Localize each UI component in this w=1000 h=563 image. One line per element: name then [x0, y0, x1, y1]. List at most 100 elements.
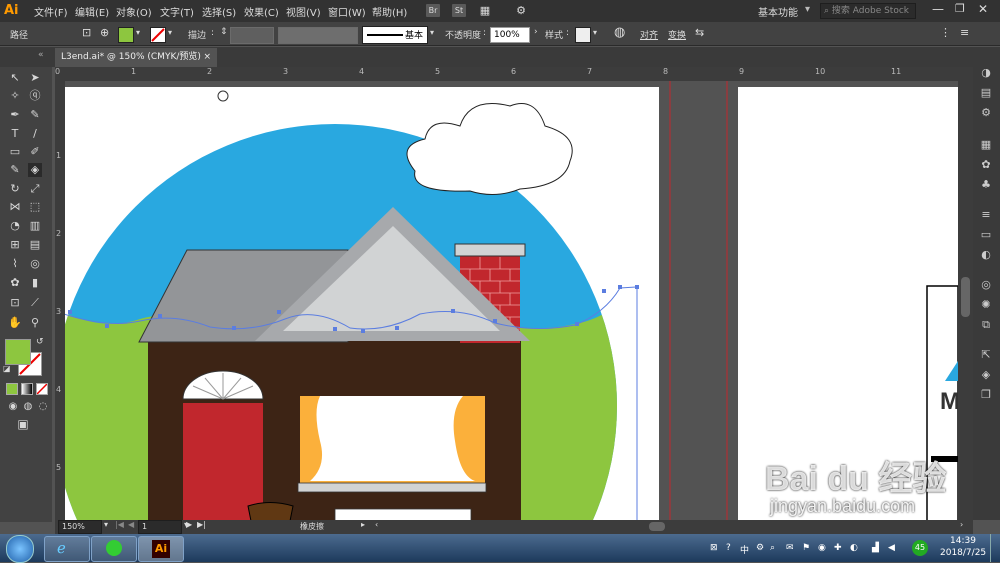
- draw-behind-icon[interactable]: ◍: [21, 400, 35, 414]
- none-mode-icon[interactable]: [36, 383, 48, 395]
- align-link[interactable]: 对齐: [640, 28, 658, 41]
- restore-button[interactable]: ❐: [955, 2, 965, 15]
- zoom-dropdown-icon[interactable]: ▾: [104, 520, 108, 529]
- tray-icon-4[interactable]: ⚑: [802, 543, 810, 553]
- tray-icon-5[interactable]: ◉: [818, 543, 826, 553]
- workspace-switcher[interactable]: 基本功能: [758, 4, 798, 19]
- illustrator-taskbar-button[interactable]: Ai: [138, 536, 184, 562]
- perspective-grid-tool-icon[interactable]: ▥: [28, 219, 42, 233]
- type-tool-icon[interactable]: T: [8, 127, 22, 141]
- bridge-button[interactable]: Br: [426, 4, 440, 17]
- panel-menu-icon[interactable]: ≡: [960, 26, 969, 39]
- prev-artboard-icon[interactable]: ◀: [128, 520, 134, 529]
- stroke-swatch[interactable]: [150, 27, 166, 43]
- eraser-tool-icon[interactable]: ◈: [28, 163, 42, 177]
- lasso-tool-icon[interactable]: ⓠ: [28, 89, 42, 103]
- hscroll-right-icon[interactable]: ›: [960, 520, 963, 529]
- menu-select[interactable]: 选择(S): [202, 4, 236, 19]
- start-button[interactable]: [6, 535, 34, 563]
- align-panel-icon[interactable]: ⧉: [979, 318, 993, 332]
- recolor-artwork-icon[interactable]: ◍: [614, 25, 625, 40]
- document-tab[interactable]: L3end.ai* @ 150% (CMYK/预览) ×: [55, 48, 217, 67]
- menu-file[interactable]: 文件(F): [34, 4, 68, 19]
- default-colors-icon[interactable]: ◪: [3, 364, 11, 373]
- next-artboard-icon[interactable]: ▶: [186, 520, 192, 529]
- appearance-panel-icon[interactable]: ◎: [979, 278, 993, 292]
- brush-definition[interactable]: 基本: [362, 26, 428, 44]
- canvas[interactable]: M Bai du 经验 jingyan.baidu.com: [65, 81, 958, 521]
- column-graph-tool-icon[interactable]: ▮: [28, 276, 42, 290]
- graphic-styles-icon[interactable]: ✺: [979, 298, 993, 312]
- free-transform-tool-icon[interactable]: ⬚: [28, 200, 42, 214]
- stock-search-input[interactable]: ⌕ 搜索 Adobe Stock: [820, 3, 916, 19]
- pen-tool-icon[interactable]: ✒: [8, 108, 22, 122]
- brushes-icon[interactable]: ✿: [979, 158, 993, 172]
- stroke-weight-stepper[interactable]: ⇕: [220, 27, 228, 37]
- tray-icon-6[interactable]: ✚: [834, 543, 842, 553]
- gradient-panel-icon[interactable]: ▭: [979, 228, 993, 242]
- first-artboard-icon[interactable]: |◀: [115, 520, 124, 529]
- clock-date[interactable]: 2018/7/25: [940, 548, 986, 558]
- curvature-tool-icon[interactable]: ✎: [28, 108, 42, 122]
- fill-color-front[interactable]: [5, 339, 31, 365]
- draw-normal-icon[interactable]: ◉: [6, 400, 20, 414]
- variable-width-profile[interactable]: [278, 27, 358, 44]
- screen-mode-icon[interactable]: ▣: [16, 417, 30, 431]
- fill-dropdown-icon[interactable]: ▾: [136, 28, 140, 37]
- transparency-panel-icon[interactable]: ◐: [979, 248, 993, 262]
- paintbrush-tool-icon[interactable]: ✐: [28, 145, 42, 159]
- clock-time[interactable]: 14:39: [950, 536, 976, 546]
- gpu-performance-icon[interactable]: ⚙: [514, 4, 528, 17]
- menu-object[interactable]: 对象(O): [116, 4, 152, 19]
- status-menu-icon[interactable]: ▸: [361, 520, 365, 529]
- libraries-icon[interactable]: ⚙: [979, 106, 993, 120]
- width-tool-icon[interactable]: ⋈: [8, 200, 22, 214]
- color-guide-icon[interactable]: ▤: [979, 86, 993, 100]
- color-mode-icon[interactable]: [6, 383, 18, 395]
- isolate-icon[interactable]: ⊕: [100, 26, 109, 39]
- rectangle-tool-icon[interactable]: ▭: [8, 145, 22, 159]
- badge-icon[interactable]: 45: [912, 540, 928, 556]
- stock-button[interactable]: St: [452, 4, 466, 17]
- menu-type[interactable]: 文字(T): [160, 4, 194, 19]
- ime-indicator[interactable]: 中: [740, 543, 749, 556]
- stroke-panel-icon[interactable]: ≡: [979, 208, 993, 222]
- graphic-style-swatch[interactable]: [575, 27, 591, 43]
- swap-fill-stroke-icon[interactable]: ↺: [36, 337, 44, 347]
- shaper-tool-icon[interactable]: ✎: [8, 163, 22, 177]
- swatches-icon[interactable]: ▦: [979, 138, 993, 152]
- ie-taskbar-button[interactable]: ℯ: [44, 536, 90, 562]
- draw-inside-icon[interactable]: ◌: [36, 400, 50, 414]
- transform-handles-icon[interactable]: ⊡: [82, 26, 91, 39]
- eyedropper-tool-icon[interactable]: ⌇: [8, 257, 22, 271]
- app-taskbar-button[interactable]: [91, 536, 137, 562]
- style-dropdown-icon[interactable]: ▾: [593, 28, 597, 37]
- layers-icon[interactable]: ◈: [979, 368, 993, 382]
- collapse-toolbar-icon[interactable]: «: [38, 50, 44, 60]
- artboard-tool-icon[interactable]: ⊡: [8, 296, 22, 310]
- opacity-dropdown-icon[interactable]: ›: [534, 27, 538, 37]
- volume-icon[interactable]: ◀: [888, 543, 895, 553]
- workspace-dropdown-icon[interactable]: ▾: [805, 4, 810, 15]
- stroke-weight-input[interactable]: [230, 27, 274, 44]
- settings-tray-icon[interactable]: ⚙: [756, 543, 764, 553]
- help-tray-icon[interactable]: ?: [726, 543, 731, 553]
- show-desktop-button[interactable]: [990, 534, 1000, 562]
- selection-tool-icon[interactable]: ↖: [8, 71, 22, 85]
- rotate-tool-icon[interactable]: ↻: [8, 182, 22, 196]
- symbols-icon[interactable]: ♣: [979, 178, 993, 192]
- menu-window[interactable]: 窗口(W): [328, 4, 366, 19]
- gradient-mode-icon[interactable]: [21, 383, 33, 395]
- scale-tool-icon[interactable]: ⤢: [28, 182, 42, 196]
- mesh-tool-icon[interactable]: ⊞: [8, 238, 22, 252]
- shape-builder-tool-icon[interactable]: ◔: [8, 219, 22, 233]
- last-artboard-icon[interactable]: ▶|: [197, 520, 206, 529]
- minimize-button[interactable]: —: [932, 2, 944, 16]
- menu-view[interactable]: 视图(V): [286, 4, 321, 19]
- scrollbar-thumb[interactable]: [961, 277, 970, 317]
- vertical-scrollbar[interactable]: [958, 81, 973, 521]
- hscroll-left-icon[interactable]: ‹: [375, 520, 378, 529]
- magic-wand-tool-icon[interactable]: ✧: [8, 89, 22, 103]
- tray-icon-7[interactable]: ◐: [850, 543, 858, 553]
- slice-tool-icon[interactable]: ⟋: [28, 296, 42, 310]
